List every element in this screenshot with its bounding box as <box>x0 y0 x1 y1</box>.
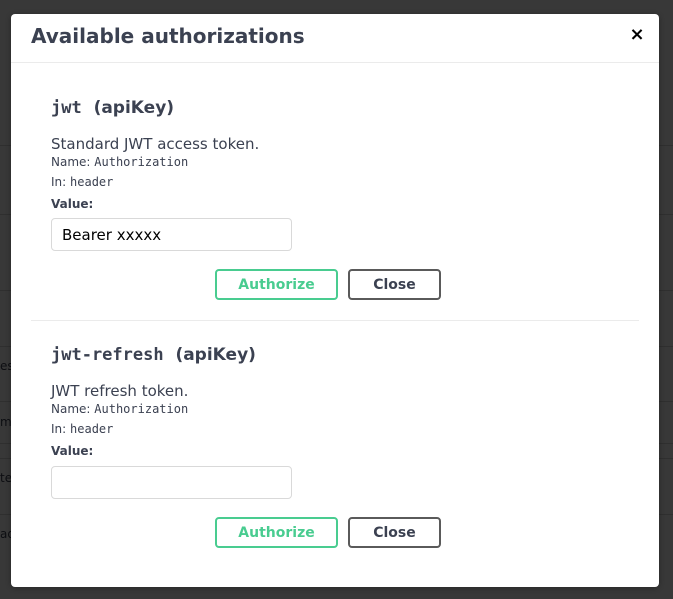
auth-scheme-name: jwt <box>51 98 82 118</box>
authorize-button[interactable]: Authorize <box>215 269 338 300</box>
in-label: In: <box>51 175 67 189</box>
name-value: Authorization <box>94 155 189 169</box>
auth-description: Standard JWT access token. <box>51 135 260 153</box>
authorize-button[interactable]: Authorize <box>215 517 338 548</box>
close-icon: × <box>629 24 645 45</box>
auth-description: JWT refresh token. <box>51 382 189 400</box>
auth-section-jwt: jwt (apiKey) Standard JWT access token. … <box>31 98 639 308</box>
modal-title: Available authorizations <box>31 24 305 48</box>
auth-scheme-type: (apiKey) <box>93 98 175 118</box>
name-label: Name: <box>51 402 91 416</box>
jwt-refresh-value-input[interactable] <box>51 466 292 499</box>
name-label: Name: <box>51 155 91 169</box>
in-label: In: <box>51 422 67 436</box>
auth-title: jwt-refresh (apiKey) <box>51 345 256 365</box>
auth-name-row: Name: Authorization <box>51 155 188 169</box>
auth-section-jwt-refresh: jwt-refresh (apiKey) JWT refresh token. … <box>31 345 639 555</box>
modal-header: Available authorizations × <box>11 14 659 63</box>
auth-scheme-type: (apiKey) <box>175 345 256 365</box>
close-button[interactable]: Close <box>348 269 441 300</box>
in-value: header <box>70 422 114 436</box>
name-value: Authorization <box>94 402 189 416</box>
close-button[interactable]: Close <box>348 517 441 548</box>
auth-scheme-name: jwt-refresh <box>51 345 164 365</box>
value-label: Value: <box>51 197 94 211</box>
section-divider <box>31 320 639 321</box>
value-label: Value: <box>51 444 94 458</box>
authorizations-modal: Available authorizations × jwt (apiKey) … <box>11 14 659 587</box>
auth-in-row: In: header <box>51 422 113 436</box>
jwt-value-input[interactable] <box>51 218 292 251</box>
auth-title: jwt (apiKey) <box>51 98 174 118</box>
in-value: header <box>70 175 114 189</box>
auth-in-row: In: header <box>51 175 113 189</box>
auth-name-row: Name: Authorization <box>51 402 188 416</box>
close-modal-button[interactable]: × <box>627 24 647 46</box>
